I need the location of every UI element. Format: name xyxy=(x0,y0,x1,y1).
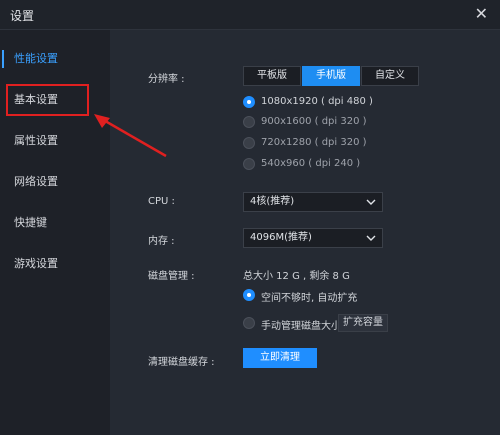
memory-select[interactable]: 4096M(推荐) xyxy=(243,228,383,248)
sidebar-item-label: 游戏设置 xyxy=(14,257,58,270)
resolution-radio-540[interactable] xyxy=(243,158,255,170)
sidebar-item-label: 基本设置 xyxy=(14,93,58,106)
cpu-label: CPU : xyxy=(148,196,175,207)
disk-option: 空间不够时, 自动扩充 xyxy=(261,293,358,304)
clear-cache-button[interactable]: 立即清理 xyxy=(243,348,317,368)
cache-label: 清理磁盘缓存 : xyxy=(148,357,215,368)
resolution-radio-1080[interactable] xyxy=(243,96,255,108)
sidebar-item-performance[interactable]: 性能设置 xyxy=(0,42,110,76)
title-bar: 设置 ✕ xyxy=(0,0,500,30)
chevron-down-icon xyxy=(366,196,376,206)
tab-custom[interactable]: 自定义 xyxy=(361,66,419,86)
expand-capacity-button[interactable]: 扩充容量 xyxy=(338,314,388,332)
memory-value: 4096M(推荐) xyxy=(250,232,312,243)
resolution-radio-720[interactable] xyxy=(243,137,255,149)
close-icon[interactable]: ✕ xyxy=(475,4,488,23)
sidebar: 性能设置 基本设置 属性设置 网络设置 快捷键 游戏设置 xyxy=(0,30,110,435)
disk-auto-radio[interactable] xyxy=(243,289,255,301)
sidebar-item-label: 快捷键 xyxy=(14,216,47,229)
sidebar-item-label: 网络设置 xyxy=(14,175,58,188)
disk-label: 磁盘管理 : xyxy=(148,271,195,282)
disk-option: 手动管理磁盘大小 xyxy=(261,321,341,332)
resolution-label: 分辨率 : xyxy=(148,74,185,85)
sidebar-item-game[interactable]: 游戏设置 xyxy=(0,247,110,281)
sidebar-item-label: 性能设置 xyxy=(14,52,58,65)
disk-summary: 总大小 12 G , 剩余 8 G xyxy=(243,271,350,282)
sidebar-item-shortcuts[interactable]: 快捷键 xyxy=(0,206,110,240)
resolution-option: 1080x1920 ( dpi 480 ) xyxy=(261,96,373,107)
tab-tablet[interactable]: 平板版 xyxy=(243,66,301,86)
sidebar-item-network[interactable]: 网络设置 xyxy=(0,165,110,199)
tab-phone[interactable]: 手机版 xyxy=(302,66,360,86)
chevron-down-icon xyxy=(366,232,376,242)
resolution-option: 900x1600 ( dpi 320 ) xyxy=(261,116,367,127)
sidebar-item-label: 属性设置 xyxy=(14,134,58,147)
settings-window: 设置 ✕ 性能设置 基本设置 属性设置 网络设置 快捷键 游戏设置 分辨率 : … xyxy=(0,0,500,435)
resolution-option: 720x1280 ( dpi 320 ) xyxy=(261,137,367,148)
disk-manual-radio[interactable] xyxy=(243,317,255,329)
resolution-radio-900[interactable] xyxy=(243,116,255,128)
memory-label: 内存 : xyxy=(148,236,175,247)
resolution-option: 540x960 ( dpi 240 ) xyxy=(261,158,361,169)
cpu-select[interactable]: 4核(推荐) xyxy=(243,192,383,212)
window-title: 设置 xyxy=(10,9,35,23)
cpu-value: 4核(推荐) xyxy=(250,196,295,207)
red-arrow-icon xyxy=(94,114,167,158)
